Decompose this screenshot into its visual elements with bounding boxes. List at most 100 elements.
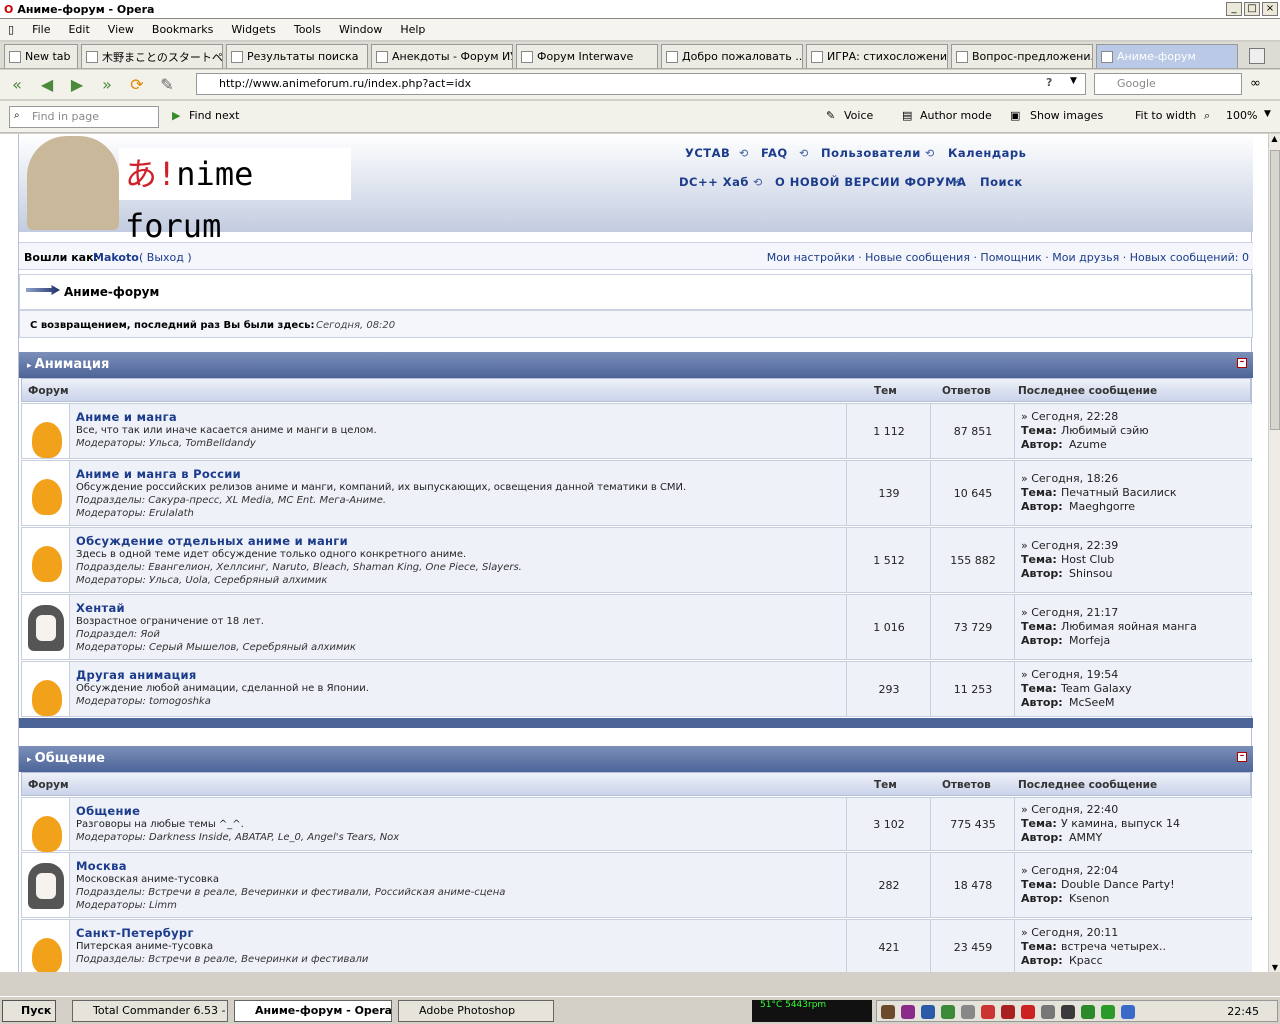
last-post-date[interactable]: » Сегодня, 19:54 [1021, 668, 1118, 681]
address-dropdown[interactable]: ▼ [1070, 76, 1077, 86]
reload-icon[interactable]: ⟳ [124, 74, 150, 96]
task-total-commander[interactable]: Total Commander 6.53 - ... [72, 1000, 228, 1022]
tray-icon[interactable] [941, 1005, 955, 1019]
forum-subsections[interactable]: Подразделы: Встречи в реале, Вечеринки и… [76, 954, 368, 965]
last-post-date[interactable]: » Сегодня, 22:28 [1021, 410, 1118, 423]
last-author-link[interactable]: Shinsou [1069, 567, 1112, 580]
find-next-button[interactable]: Find next [189, 109, 239, 122]
last-topic-link[interactable]: У камина, выпуск 14 [1061, 817, 1180, 830]
tray-icon[interactable] [901, 1005, 915, 1019]
tab-2[interactable]: Результаты поиска [226, 44, 368, 68]
forum-title-link[interactable]: Аниме и манга в России [76, 467, 241, 481]
tab-3[interactable]: Анекдоты - Форум ИУ8 [371, 44, 513, 68]
last-post-date[interactable]: » Сегодня, 22:39 [1021, 539, 1118, 552]
forward-icon[interactable]: ▶ [64, 74, 90, 96]
forum-title-link[interactable]: Аниме и манга [76, 410, 177, 424]
link-rules[interactable]: УСТАВ [685, 146, 730, 160]
rewind-icon[interactable]: « [4, 74, 30, 96]
forum-moderators[interactable]: Модераторы: Erulalath [76, 508, 194, 519]
tray-icon[interactable] [1041, 1005, 1055, 1019]
forum-moderators[interactable]: Модераторы: Ульса, Uola, Серебряный алхи… [76, 575, 327, 586]
last-topic-link[interactable]: Double Dance Party! [1061, 878, 1175, 891]
trash-icon[interactable] [1249, 48, 1265, 64]
voice-button[interactable]: Voice [844, 109, 873, 122]
forum-logo[interactable]: あ!nime forum [119, 148, 351, 245]
fast-forward-icon[interactable]: » [94, 74, 120, 96]
menu-tools[interactable]: Tools [294, 23, 321, 36]
tray-icon[interactable] [921, 1005, 935, 1019]
link-users[interactable]: Пользователи [821, 146, 921, 160]
tab-new[interactable]: New tab [4, 44, 78, 68]
tray-icon[interactable] [1061, 1005, 1075, 1019]
tab-4[interactable]: Форум Interwave [516, 44, 658, 68]
link-search[interactable]: Поиск [980, 175, 1023, 189]
link-new-version[interactable]: О НОВОЙ ВЕРСИИ ФОРУМА [775, 175, 966, 189]
menu-view[interactable]: View [108, 23, 134, 36]
breadcrumb-title[interactable]: Аниме-форум [64, 285, 159, 299]
search-field[interactable]: Google [1094, 73, 1242, 95]
last-author-link[interactable]: Красс [1069, 954, 1103, 967]
tab-5[interactable]: Добро пожаловать ... [661, 44, 803, 68]
tray-icon[interactable] [881, 1005, 895, 1019]
scroll-down-icon[interactable]: ▼ [1269, 963, 1280, 972]
last-topic-link[interactable]: Любимый сэйю [1061, 424, 1149, 437]
last-post-date[interactable]: » Сегодня, 20:11 [1021, 926, 1118, 939]
menu-edit[interactable]: Edit [68, 23, 89, 36]
last-topic-link[interactable]: встреча четырех.. [1061, 940, 1166, 953]
scroll-thumb[interactable] [1270, 150, 1280, 430]
menu-widgets[interactable]: Widgets [231, 23, 275, 36]
zoom-dropdown[interactable]: ▼ [1264, 109, 1271, 119]
tray-icon[interactable] [1021, 1005, 1035, 1019]
link-faq[interactable]: FAQ [761, 146, 788, 160]
last-post-date[interactable]: » Сегодня, 22:40 [1021, 803, 1118, 816]
forum-title-link[interactable]: Хентай [76, 601, 125, 615]
forum-moderators[interactable]: Модераторы: Серый Мышелов, Серебряный ал… [76, 642, 356, 653]
last-post-date[interactable]: » Сегодня, 18:26 [1021, 472, 1118, 485]
tray-icon[interactable] [981, 1005, 995, 1019]
last-author-link[interactable]: Ksenon [1069, 892, 1109, 905]
forum-subsections[interactable]: Подраздел: Яой [76, 629, 160, 640]
last-topic-link[interactable]: Любимая яойная манга [1061, 620, 1197, 633]
forum-subsections[interactable]: Модераторы: tomogoshka [76, 696, 211, 707]
forum-subsections[interactable]: Модераторы: Ульса, TomBelldandy [76, 438, 256, 449]
last-author-link[interactable]: AMMY [1069, 831, 1102, 844]
forum-title-link[interactable]: Москва [76, 859, 127, 873]
menu-file[interactable]: File [32, 23, 50, 36]
tab-7[interactable]: Вопрос-предложени... [951, 44, 1093, 68]
tray-icon[interactable] [1081, 1005, 1095, 1019]
menu-bookmarks[interactable]: Bookmarks [152, 23, 213, 36]
last-author-link[interactable]: McSeeM [1069, 696, 1115, 709]
username-link[interactable]: Makoto [93, 251, 139, 264]
tray-icon[interactable] [1121, 1005, 1135, 1019]
forum-title-link[interactable]: Другая анимация [76, 668, 197, 682]
collapse-icon[interactable]: – [1237, 358, 1247, 368]
task-opera[interactable]: Аниме-форум - Opera [234, 1000, 392, 1022]
scroll-up-icon[interactable]: ▲ [1269, 134, 1280, 143]
menu-help[interactable]: Help [400, 23, 425, 36]
logout-link[interactable]: ( Выход ) [139, 251, 192, 264]
last-topic-link[interactable]: Team Galaxy [1061, 682, 1132, 695]
help-icon[interactable]: ? [1046, 76, 1052, 89]
tab-1[interactable]: 木野まことのスタートペ... [81, 44, 223, 68]
link-dc-hub[interactable]: DC++ Хаб [679, 175, 749, 189]
category-header[interactable]: ▸ Анимация – [19, 352, 1253, 378]
collapse-icon[interactable]: – [1237, 752, 1247, 762]
vertical-scrollbar[interactable]: ▲ ▼ [1268, 134, 1280, 972]
close-button[interactable]: × [1262, 2, 1278, 16]
link-calendar[interactable]: Календарь [948, 146, 1026, 160]
last-post-date[interactable]: » Сегодня, 22:04 [1021, 864, 1118, 877]
tray-icon[interactable] [961, 1005, 975, 1019]
author-mode-button[interactable]: Author mode [920, 109, 992, 122]
find-in-page-input[interactable]: Find in page [9, 106, 159, 128]
fit-to-width-button[interactable]: Fit to width [1135, 109, 1196, 122]
forum-title-link[interactable]: Санкт-Петербург [76, 926, 194, 940]
show-images-button[interactable]: Show images [1030, 109, 1103, 122]
category-header[interactable]: ▸ Общение – [19, 746, 1253, 772]
last-topic-link[interactable]: Host Club [1061, 553, 1114, 566]
last-author-link[interactable]: Morfeja [1069, 634, 1110, 647]
forum-subsections[interactable]: Модераторы: Darkness Inside, ABATAP, Le_… [76, 832, 399, 843]
tray-icon[interactable] [1101, 1005, 1115, 1019]
forum-title-link[interactable]: Обсуждение отдельных аниме и манги [76, 534, 348, 548]
maximize-button[interactable]: □ [1244, 2, 1260, 16]
forum-moderators[interactable]: Модераторы: Limm [76, 900, 177, 911]
